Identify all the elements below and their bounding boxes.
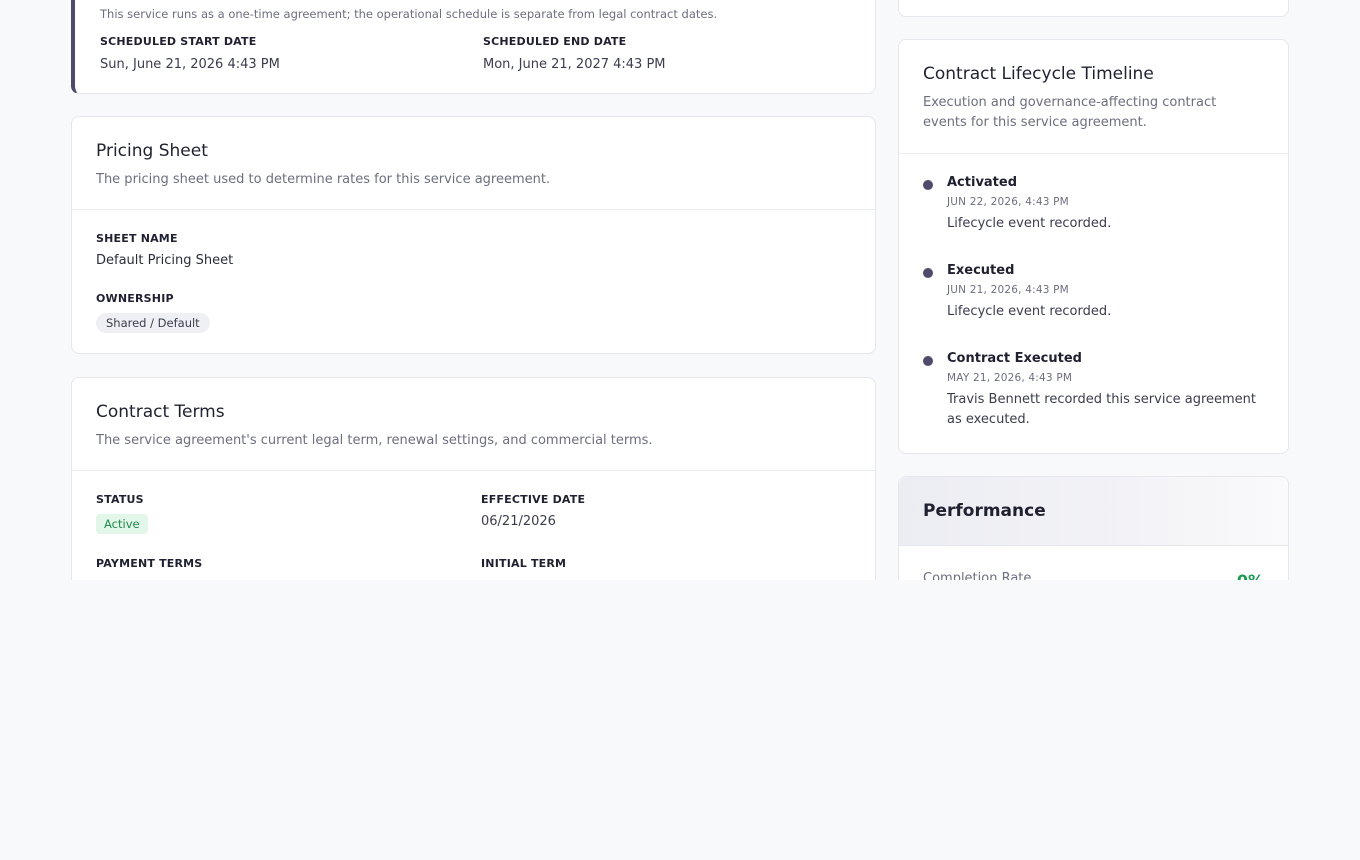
timeline-dot-icon: [923, 180, 933, 190]
lifecycle-timeline-card: Contract Lifecycle Timeline Execution an…: [898, 39, 1289, 454]
completion-rate-value: 0%: [1237, 571, 1264, 580]
event-description: Lifecycle event recorded.: [947, 304, 1112, 319]
timeline-dot-icon: [923, 268, 933, 278]
timeline-event: Executed JUN 21, 2026, 4:43 PM Lifecycle…: [923, 263, 1264, 322]
status-field: STATUS Active: [96, 493, 148, 534]
initial-term-field: INITIAL TERM: [481, 557, 566, 570]
event-date: JUN 22, 2026, 4:43 PM: [947, 196, 1069, 208]
sheet-name-label: SHEET NAME: [96, 232, 178, 245]
sheet-name-field: SHEET NAME Default Pricing Sheet: [96, 232, 233, 268]
timeline-event: Activated JUN 22, 2026, 4:43 PM Lifecycl…: [923, 175, 1264, 234]
effective-date-label: EFFECTIVE DATE: [481, 493, 586, 506]
scheduled-end-label: SCHEDULED END DATE: [483, 35, 627, 48]
scheduled-end-value: Mon, June 21, 2027 4:43 PM: [483, 57, 666, 72]
ownership-chip: Shared / Default: [96, 313, 210, 333]
event-title: Activated: [947, 175, 1018, 190]
divider: [899, 153, 1288, 154]
pricing-sheet-subtitle: The pricing sheet used to determine rate…: [96, 172, 551, 187]
pricing-sheet-title: Pricing Sheet: [96, 141, 208, 161]
effective-date-value: 06/21/2026: [481, 514, 556, 529]
completion-rate-label: Completion Rate: [923, 571, 1032, 580]
contract-terms-card: Contract Terms The service agreement's c…: [71, 377, 876, 580]
scheduled-start-label: SCHEDULED START DATE: [100, 35, 257, 48]
effective-date-field: EFFECTIVE DATE 06/21/2026: [481, 493, 585, 529]
viewport: This service runs as a one-time agreemen…: [0, 0, 1360, 580]
event-date: JUN 21, 2026, 4:43 PM: [947, 284, 1069, 296]
ownership-label: OWNERSHIP: [96, 292, 174, 305]
sheet-name-value: Default Pricing Sheet: [96, 253, 234, 268]
pricing-sheet-card: Pricing Sheet The pricing sheet used to …: [71, 116, 876, 354]
ownership-field: OWNERSHIP Shared / Default: [96, 292, 210, 333]
divider: [72, 209, 875, 210]
event-date: MAY 21, 2026, 4:43 PM: [947, 372, 1073, 384]
right-top-card: [898, 0, 1289, 17]
payment-terms-label: PAYMENT TERMS: [96, 557, 203, 570]
timeline-event: Contract Executed MAY 21, 2026, 4:43 PM …: [923, 351, 1264, 430]
scheduled-start-value: Sun, June 21, 2026 4:43 PM: [100, 57, 280, 72]
event-title: Executed: [947, 263, 1015, 278]
schedule-card: This service runs as a one-time agreemen…: [71, 0, 876, 94]
timeline-title: Contract Lifecycle Timeline: [923, 64, 1154, 84]
payment-terms-field: PAYMENT TERMS: [96, 557, 202, 570]
status-label: STATUS: [96, 493, 144, 506]
schedule-note: This service runs as a one-time agreemen…: [100, 7, 718, 21]
contract-terms-subtitle: The service agreement's current legal te…: [96, 433, 653, 448]
timeline-subtitle: Execution and governance-affecting contr…: [923, 95, 1217, 130]
completion-rate-row: Completion Rate 0%: [923, 571, 1264, 580]
performance-card: Performance Completion Rate 0%: [898, 476, 1289, 580]
event-title: Contract Executed: [947, 351, 1082, 366]
status-badge: Active: [96, 514, 148, 534]
scheduled-start-field: SCHEDULED START DATE Sun, June 21, 2026 …: [100, 35, 280, 72]
initial-term-label: INITIAL TERM: [481, 557, 567, 570]
timeline-dot-icon: [923, 356, 933, 366]
event-description: Lifecycle event recorded.: [947, 216, 1112, 231]
scheduled-end-field: SCHEDULED END DATE Mon, June 21, 2027 4:…: [483, 35, 666, 72]
contract-terms-title: Contract Terms: [96, 402, 225, 422]
event-description: Travis Bennett recorded this service agr…: [947, 392, 1257, 427]
divider: [72, 470, 875, 471]
performance-title: Performance: [923, 501, 1046, 521]
